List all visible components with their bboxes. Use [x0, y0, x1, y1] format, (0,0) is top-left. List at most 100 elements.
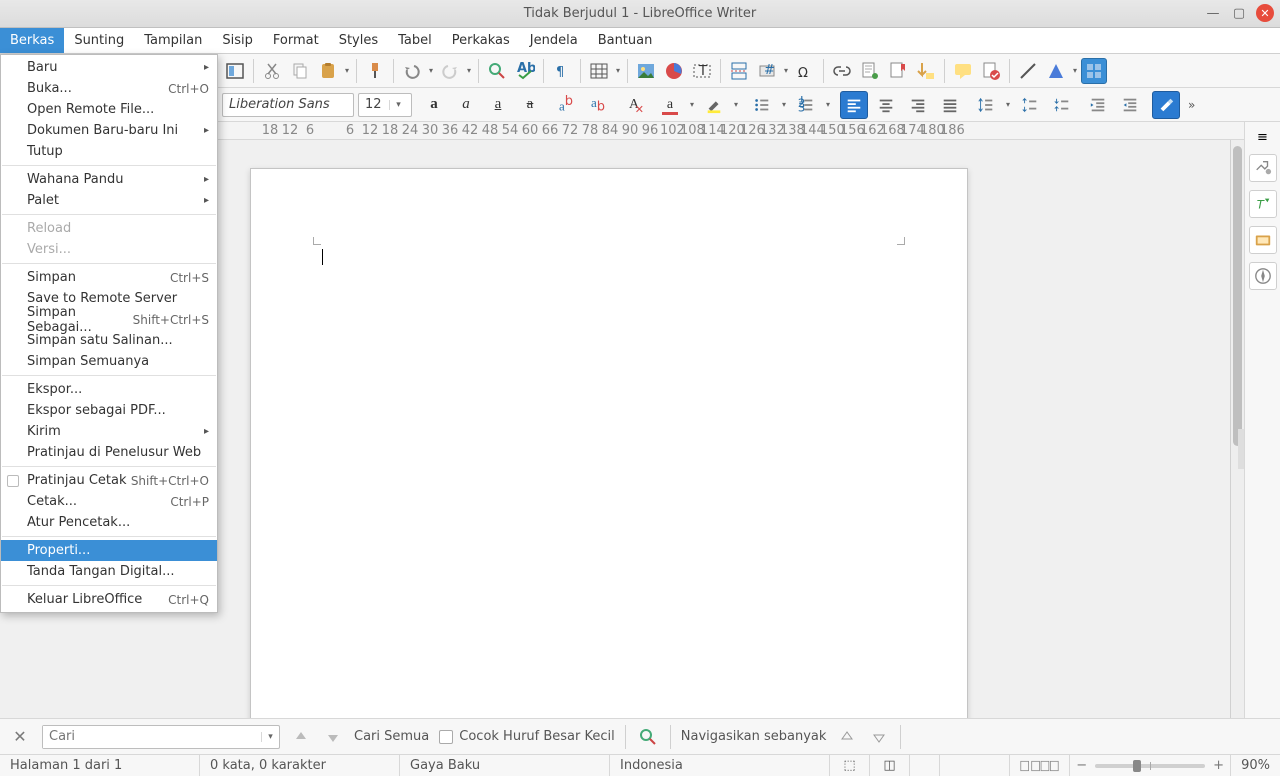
menu-item-simpan-satu-salinan[interactable]: Simpan satu Salinan...	[1, 330, 217, 351]
increase-spacing-button[interactable]	[1016, 91, 1044, 119]
menu-tampilan[interactable]: Tampilan	[134, 28, 212, 53]
clone-formatting-button[interactable]	[362, 58, 388, 84]
spellcheck-button[interactable]: Abc	[512, 58, 538, 84]
undo-button[interactable]	[399, 58, 425, 84]
properties-panel-button[interactable]	[1249, 154, 1277, 182]
navigate-next-button[interactable]	[868, 726, 890, 748]
menu-styles[interactable]: Styles	[329, 28, 388, 53]
insert-line-button[interactable]	[1015, 58, 1041, 84]
paste-button[interactable]	[315, 58, 341, 84]
status-selection-mode[interactable]: ◫	[870, 755, 910, 776]
menu-bantuan[interactable]: Bantuan	[588, 28, 663, 53]
align-right-button[interactable]	[904, 91, 932, 119]
zoom-in-button[interactable]: +	[1213, 758, 1224, 773]
zoom-slider[interactable]	[1095, 764, 1205, 768]
find-next-button[interactable]	[322, 726, 344, 748]
increase-indent-button[interactable]	[1084, 91, 1112, 119]
paragraph-highlight-button[interactable]	[1152, 91, 1180, 119]
insert-table-button[interactable]	[586, 58, 612, 84]
align-left-button[interactable]	[840, 91, 868, 119]
decrease-indent-button[interactable]	[1116, 91, 1144, 119]
underline-button[interactable]: a	[484, 91, 512, 119]
styles-panel-button[interactable]: T	[1249, 190, 1277, 218]
font-color-dropdown[interactable]: ▾	[688, 100, 696, 109]
insert-footnote-button[interactable]	[857, 58, 883, 84]
menu-format[interactable]: Format	[263, 28, 329, 53]
field-dropdown[interactable]: ▾	[782, 66, 790, 75]
menu-item-pratinjau-di-penelusur-web[interactable]: Pratinjau di Penelusur Web	[1, 442, 217, 463]
menu-item-atur-pencetak[interactable]: Atur Pencetak...	[1, 512, 217, 533]
italic-button[interactable]: a	[452, 91, 480, 119]
number-dropdown[interactable]: ▾	[824, 100, 832, 109]
font-size-input[interactable]	[359, 94, 389, 116]
strikethrough-button[interactable]: a	[516, 91, 544, 119]
shapes-dropdown[interactable]: ▾	[1071, 66, 1079, 75]
find-prev-button[interactable]	[290, 726, 312, 748]
zoom-out-button[interactable]: −	[1076, 758, 1087, 773]
insert-bookmark-button[interactable]	[885, 58, 911, 84]
status-wordcount[interactable]: 0 kata, 0 karakter	[200, 755, 400, 776]
highlight-button[interactable]	[700, 91, 728, 119]
status-view-layout[interactable]	[1010, 755, 1070, 776]
highlight-dropdown[interactable]: ▾	[732, 100, 740, 109]
undo-dropdown[interactable]: ▾	[427, 66, 435, 75]
table-dropdown[interactable]: ▾	[614, 66, 622, 75]
menu-item-wahana-pandu[interactable]: Wahana Pandu▸	[1, 169, 217, 190]
insert-comment-button[interactable]	[950, 58, 976, 84]
bullet-list-button[interactable]	[748, 91, 776, 119]
insert-field-button[interactable]: #	[754, 58, 780, 84]
menu-item-buka[interactable]: Buka...Ctrl+O	[1, 78, 217, 99]
menu-item-kirim[interactable]: Kirim▸	[1, 421, 217, 442]
close-button[interactable]: ✕	[1256, 4, 1274, 22]
status-page[interactable]: Halaman 1 dari 1	[0, 755, 200, 776]
insert-image-button[interactable]	[633, 58, 659, 84]
status-insert-mode[interactable]: ⬚	[830, 755, 870, 776]
menu-tabel[interactable]: Tabel	[388, 28, 442, 53]
menu-item-simpan-semuanya[interactable]: Simpan Semuanya	[1, 351, 217, 372]
insert-symbol-button[interactable]: Ω	[792, 58, 818, 84]
status-signature[interactable]	[910, 755, 940, 776]
menu-sunting[interactable]: Sunting	[64, 28, 134, 53]
zoom-slider-knob[interactable]	[1133, 760, 1141, 772]
toolbar-overflow[interactable]: »	[1188, 98, 1195, 112]
find-history-dropdown-icon[interactable]: ▾	[261, 732, 279, 742]
menu-item-open-remote-file[interactable]: Open Remote File...	[1, 99, 217, 120]
insert-hyperlink-button[interactable]	[829, 58, 855, 84]
menu-item-properti[interactable]: Properti...	[1, 540, 217, 561]
font-name-combo[interactable]: ▾	[222, 93, 354, 117]
maximize-button[interactable]: ▢	[1230, 4, 1248, 22]
insert-pagebreak-button[interactable]	[726, 58, 752, 84]
align-justify-button[interactable]	[936, 91, 964, 119]
menu-item-palet[interactable]: Palet▸	[1, 190, 217, 211]
subscript-button[interactable]: ab	[584, 91, 612, 119]
number-list-button[interactable]: 123	[792, 91, 820, 119]
menu-berkas[interactable]: Berkas	[0, 28, 64, 53]
menu-item-ekspor-sebagai-pdf[interactable]: Ekspor sebagai PDF...	[1, 400, 217, 421]
insert-chart-button[interactable]	[661, 58, 687, 84]
menu-item-pratinjau-cetak[interactable]: Pratinjau CetakShift+Ctrl+O	[1, 470, 217, 491]
bold-button[interactable]: a	[420, 91, 448, 119]
sidebar-settings-icon[interactable]: ≡	[1249, 128, 1277, 146]
line-spacing-button[interactable]	[972, 91, 1000, 119]
menu-item-ekspor[interactable]: Ekspor...	[1, 379, 217, 400]
match-case-label[interactable]: Cocok Huruf Besar Kecil	[459, 729, 614, 744]
menu-item-simpan-sebagai[interactable]: Simpan Sebagai...Shift+Ctrl+S	[1, 309, 217, 330]
status-zoom-value[interactable]: 90%	[1230, 755, 1280, 776]
bullet-dropdown[interactable]: ▾	[780, 100, 788, 109]
align-center-button[interactable]	[872, 91, 900, 119]
match-case-checkbox[interactable]	[439, 730, 453, 744]
redo-button[interactable]	[437, 58, 463, 84]
minimize-button[interactable]: —	[1204, 4, 1222, 22]
find-replace-icon[interactable]	[636, 725, 660, 749]
menu-item-baru[interactable]: Baru▸	[1, 57, 217, 78]
document-page[interactable]	[250, 168, 968, 718]
insert-textbox-button[interactable]: T	[689, 58, 715, 84]
status-language[interactable]: Indonesia	[610, 755, 830, 776]
insert-crossref-button[interactable]	[913, 58, 939, 84]
font-color-button[interactable]: a	[656, 91, 684, 119]
superscript-button[interactable]: ab	[552, 91, 580, 119]
basic-shapes-button[interactable]	[1043, 58, 1069, 84]
navigate-prev-button[interactable]	[836, 726, 858, 748]
menu-jendela[interactable]: Jendela	[520, 28, 588, 53]
find-replace-button[interactable]	[484, 58, 510, 84]
